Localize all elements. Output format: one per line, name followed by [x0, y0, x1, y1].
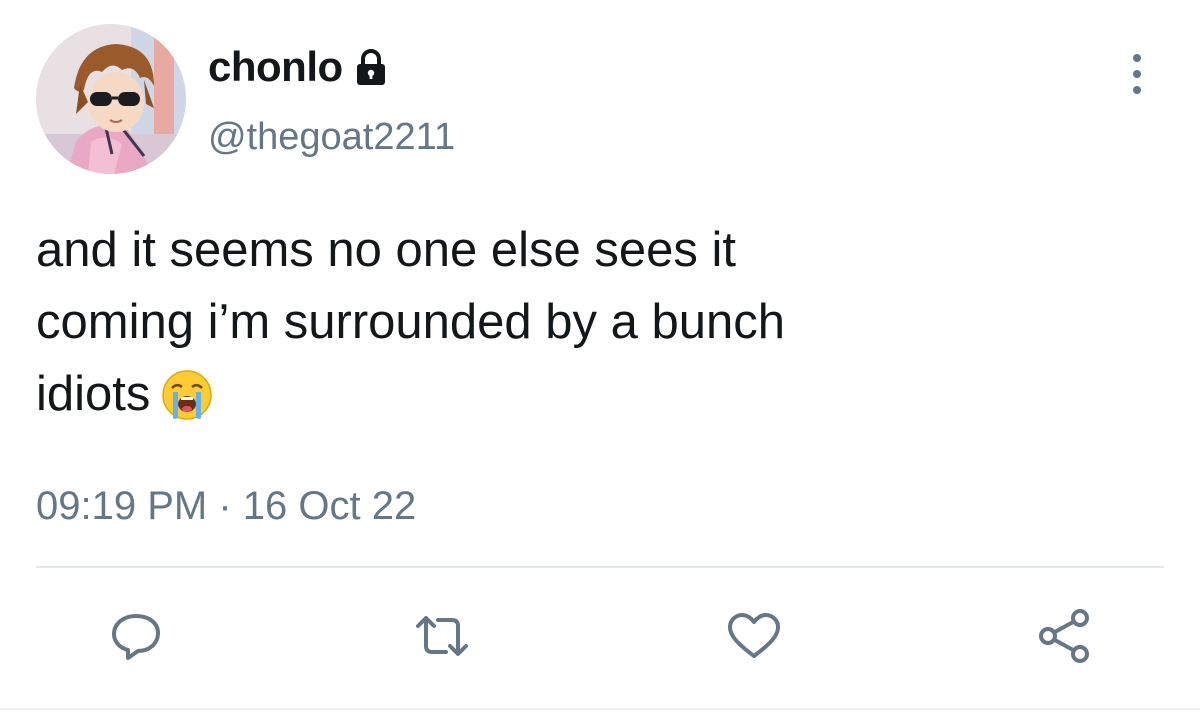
retweet-icon	[416, 616, 468, 656]
more-options-button[interactable]	[1122, 50, 1152, 98]
avatar[interactable]	[36, 24, 186, 174]
share-button[interactable]	[1034, 606, 1094, 666]
tweet-line-text: idiots	[36, 367, 151, 421]
reply-icon	[112, 614, 160, 660]
bottom-divider	[0, 708, 1200, 710]
tweet-line: coming i’m surrounded by a bunch	[36, 295, 786, 349]
more-vertical-icon	[1133, 54, 1141, 94]
display-name[interactable]: chonlo	[208, 46, 343, 88]
divider	[36, 566, 1164, 568]
user-handle[interactable]: @thegoat2211	[208, 118, 455, 156]
tweet-line: and it seems no one else sees it	[36, 223, 737, 277]
tweet-line-last: idiots	[36, 358, 1156, 430]
tweet-timestamp[interactable]: 09:19 PM · 16 Oct 22	[36, 486, 416, 526]
avatar-image	[36, 24, 186, 174]
retweet-button[interactable]	[412, 606, 472, 666]
like-button[interactable]	[724, 606, 784, 666]
author-name-row: chonlo	[208, 38, 391, 96]
tweet-text: and it seems no one else sees it coming i…	[36, 214, 1156, 430]
heart-icon	[728, 613, 780, 658]
share-icon	[1039, 609, 1089, 663]
reply-button[interactable]	[106, 606, 166, 666]
loudly-crying-face-emoji-icon	[160, 368, 214, 422]
lock-icon	[351, 47, 391, 87]
